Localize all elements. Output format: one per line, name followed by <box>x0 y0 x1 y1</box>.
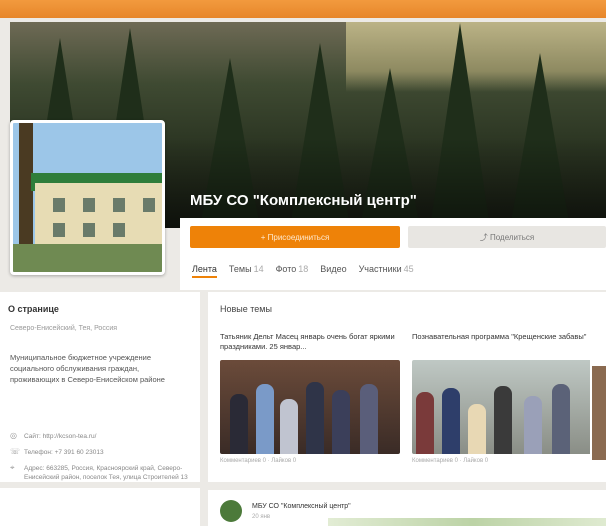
about-description: Муниципальное бюджетное учреждение социа… <box>10 353 165 384</box>
avatar[interactable] <box>220 500 242 522</box>
group-tabs: Лента Темы 14 Фото 18 Видео Участники 45 <box>192 264 414 278</box>
join-button[interactable]: + Присоединиться <box>190 226 400 248</box>
topic-title: Познавательная программа "Крещенские заб… <box>412 332 587 341</box>
globe-icon: ◎ <box>10 431 17 440</box>
tab-topics[interactable]: Темы 14 <box>229 264 264 278</box>
about-location: Северо-Енисейский, Тея, Россия <box>10 325 118 332</box>
about-phone-row: ☏ Телефон: +7 391 60 23013 <box>10 447 104 457</box>
location-pin-icon: ⌖ <box>10 463 15 472</box>
topic-card[interactable]: Познавательная программа "Крещенские заб… <box>412 332 592 474</box>
top-navigation-bar <box>0 0 606 18</box>
about-panel: О странице Северо-Енисейский, Тея, Росси… <box>0 292 200 482</box>
tab-video[interactable]: Видео <box>320 264 346 278</box>
topics-heading: Новые темы <box>220 304 272 314</box>
about-heading: О странице <box>8 304 59 314</box>
group-avatar[interactable] <box>10 120 165 275</box>
share-button[interactable]: ⤴ Поделиться <box>408 226 606 248</box>
about-site-row[interactable]: ◎ Сайт: http://kcson-tea.ru/ <box>10 432 96 441</box>
new-topics-panel: Новые темы Татьяник Дельт Масец январь о… <box>208 292 606 482</box>
topic-meta: Комментариев 0 · Лайков 0 <box>412 458 489 464</box>
topic-image <box>220 360 400 454</box>
feed-post: МБУ СО "Комплексный центр" 20 янв <box>208 490 606 526</box>
topic-card-partial[interactable] <box>590 332 606 482</box>
post-date: 20 янв <box>252 514 271 520</box>
phone-icon: ☏ <box>10 447 21 456</box>
topic-image <box>412 360 592 454</box>
topic-card[interactable]: Татьяник Дельт Масец январь очень богат … <box>220 332 400 474</box>
tab-feed[interactable]: Лента <box>192 264 217 278</box>
tab-photos[interactable]: Фото 18 <box>276 264 309 278</box>
about-address-row: ⌖ Адрес: 663285, Россия, Красноярский кр… <box>10 463 188 482</box>
topic-title: Татьяник Дельт Масец январь очень богат … <box>220 332 395 351</box>
page-title: МБУ СО "Комплексный центр" <box>190 192 417 209</box>
sidebar-lower-block <box>0 488 200 526</box>
tab-members[interactable]: Участники 45 <box>359 264 414 278</box>
post-author[interactable]: МБУ СО "Комплексный центр" <box>252 503 351 510</box>
topic-meta: Комментариев 0 · Лайков 0 <box>220 458 297 464</box>
